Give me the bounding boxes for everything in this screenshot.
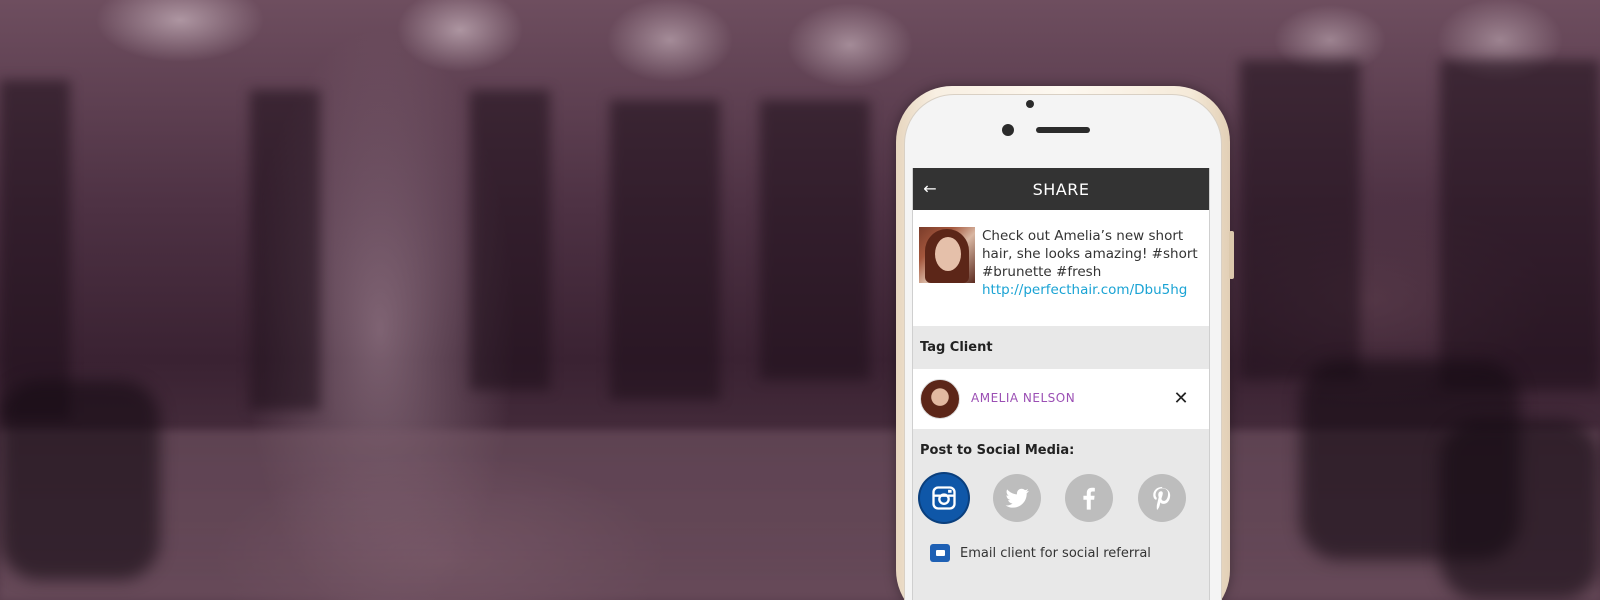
blurred-salon-background: [0, 0, 1600, 600]
email-referral-label: Email client for social referral: [960, 546, 1151, 561]
instagram-icon: [932, 486, 956, 510]
pinterest-button[interactable]: [1138, 474, 1186, 522]
client-name: AMELIA NELSON: [971, 391, 1076, 405]
post-link[interactable]: http://perfecthair.com/Dbu5hg: [982, 281, 1204, 299]
instagram-button[interactable]: [920, 474, 968, 522]
facebook-button[interactable]: [1065, 474, 1113, 522]
arrow-left-icon[interactable]: ←: [919, 178, 941, 200]
tag-client-heading: Tag Client: [913, 326, 1209, 369]
pinterest-icon: [1153, 486, 1171, 510]
close-icon[interactable]: ✕: [1169, 387, 1193, 411]
post-preview: Check out Amelia’s new short hair, she l…: [913, 210, 1209, 326]
social-media-heading: Post to Social Media:: [913, 429, 1209, 472]
post-caption[interactable]: Check out Amelia’s new short hair, she l…: [982, 227, 1204, 299]
page-title: SHARE: [1032, 179, 1090, 199]
front-camera: [1002, 124, 1014, 136]
avatar: [920, 379, 960, 419]
social-network-buttons: [913, 472, 1209, 534]
post-caption-text: Check out Amelia’s new short hair, she l…: [982, 228, 1198, 280]
tagged-client-row: AMELIA NELSON ✕: [913, 369, 1209, 429]
twitter-button[interactable]: [993, 474, 1041, 522]
email-referral-checkbox[interactable]: [930, 544, 950, 562]
facebook-icon: [1083, 487, 1095, 510]
top-bar: ← SHARE: [913, 168, 1209, 210]
proximity-sensor: [1026, 100, 1034, 108]
earpiece-speaker: [1036, 127, 1090, 133]
twitter-icon: [1005, 488, 1029, 508]
email-referral-option[interactable]: Email client for social referral: [913, 534, 1209, 574]
share-screen: ← SHARE Check out Amelia’s new short hai…: [912, 168, 1210, 600]
post-photo: [919, 227, 975, 283]
